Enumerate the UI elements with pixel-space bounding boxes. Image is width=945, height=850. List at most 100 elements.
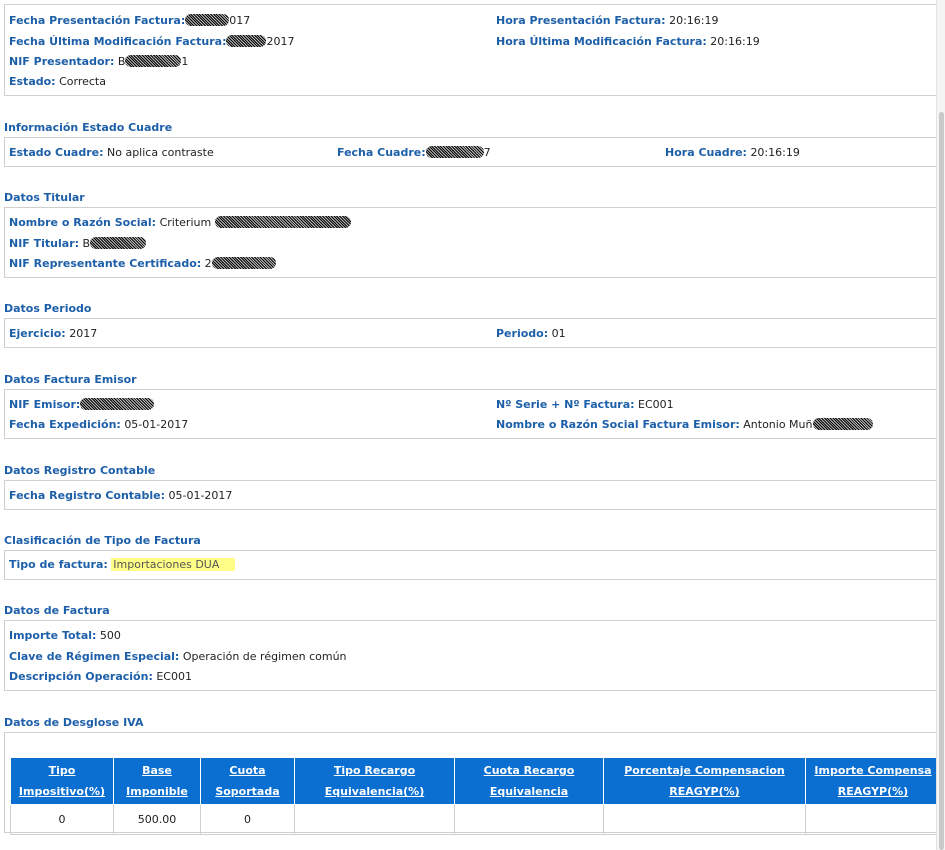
nombre-titular-label: Nombre o Razón Social: [9,216,157,229]
cuadre-panel: Estado Cuadre: No aplica contraste Fecha… [4,137,937,167]
header-line: Cuota Recargo [483,764,575,777]
importe-total-label: Importe Total: [9,629,97,642]
header-line: Tipo Recargo [333,764,416,777]
hora-modificacion-field: Hora Última Modificación Factura: 20:16:… [496,35,760,48]
fecha-modificacion-value: 2017 [266,35,295,48]
hora-presentacion-field: Hora Presentación Factura: 20:16:19 [496,14,718,27]
descripcion-operacion-field: Descripción Operación: EC001 [9,670,192,683]
estado-cuadre-field: Estado Cuadre: No aplica contraste [9,146,214,159]
header-line: Importe Compensa [814,764,932,777]
header-line: REAGYP(%) [837,785,909,798]
fecha-expedicion-field: Fecha Expedición: 05-01-2017 [9,418,188,431]
fecha-cuadre-label: Fecha Cuadre: [337,146,426,159]
nif-presentador-label: NIF Presentador: [9,55,115,68]
redaction [812,418,873,430]
desglose-title: Datos de Desglose IVA [4,716,144,729]
nombre-emisor-field: Nombre o Razón Social Factura Emisor: An… [496,418,873,431]
nif-presentador-suffix: 1 [181,55,189,68]
tipo-factura-value: Importaciones DUA [111,558,236,571]
table-cell: 500.00 [113,804,201,835]
table-cell [294,804,455,835]
periodo-value: 01 [551,327,566,340]
nombre-titular-value: Criterium [159,216,212,229]
serie-factura-field: Nº Serie + Nº Factura: EC001 [496,398,674,411]
nif-titular-label: NIF Titular: [9,237,80,250]
table-cell [805,804,941,835]
table-header-row: Tipo Impositivo(%) Base Imponible Cuota Sop… [10,757,941,805]
registro-title: Datos Registro Contable [4,464,156,477]
redaction [226,35,267,47]
periodo-panel: Ejercicio: 2017 Periodo: 01 [4,318,937,348]
estado-label: Estado: [9,75,56,88]
estado-field: Estado: Correcta [9,75,106,88]
table-cell: 0 [200,804,295,835]
ejercicio-label: Ejercicio: [9,327,66,340]
importe-total-field: Importe Total: 500 [9,629,121,642]
fecha-modificacion-field: Fecha Última Modificación Factura: 2017 [9,35,294,48]
fecha-cuadre-field: Fecha Cuadre: 7 [337,146,491,159]
nif-representante-field: NIF Representante Certificado: 2 [9,257,276,270]
desglose-iva-table: Tipo Impositivo(%) Base Imponible Cuota Sop… [10,757,941,835]
header-line: Equivalencia [489,785,569,798]
redaction [425,146,484,158]
scrollbar-thumb[interactable] [939,112,944,850]
descripcion-operacion-label: Descripción Operación: [9,670,153,683]
serie-factura-label: Nº Serie + Nº Factura: [496,398,635,411]
nif-emisor-field: NIF Emisor: [9,398,155,411]
importe-total-value: 500 [99,629,121,642]
titular-panel: Nombre o Razón Social: Criterium NIF Tit… [4,207,937,278]
nif-emisor-label: NIF Emisor: [9,398,81,411]
header-cuota-soportada[interactable]: Cuota Soportada [200,757,295,805]
nombre-emisor-value: Antonio Muñ [743,418,813,431]
header-importe-compensacion[interactable]: Importe Compensa REAGYP(%) [805,757,941,805]
scrollbar[interactable] [936,0,945,850]
periodo-title: Datos Periodo [4,302,92,315]
fecha-registro-label: Fecha Registro Contable: [9,489,165,502]
nif-presentador-field: NIF Presentador: B 1 [9,55,188,68]
periodo-label: Periodo: [496,327,549,340]
titular-title: Datos Titular [4,191,85,204]
clasificacion-title: Clasificación de Tipo de Factura [4,534,201,547]
header-tipo-impositivo[interactable]: Tipo Impositivo(%) [10,757,114,805]
table-cell: 0 [10,804,114,835]
nif-titular-value: B [82,237,91,250]
hora-cuadre-value: 20:16:19 [750,146,800,159]
fecha-presentacion-label: Fecha Presentación Factura: [9,14,186,27]
nif-representante-label: NIF Representante Certificado: [9,257,202,270]
header-base-imponible[interactable]: Base Imponible [113,757,201,805]
estado-value: Correcta [59,75,106,88]
nombre-emisor-label: Nombre o Razón Social Factura Emisor: [496,418,740,431]
nombre-titular-field: Nombre o Razón Social: Criterium [9,216,351,229]
ejercicio-value: 2017 [69,327,98,340]
fecha-expedicion-label: Fecha Expedición: [9,418,121,431]
header-line: REAGYP(%) [669,785,740,798]
ejercicio-field: Ejercicio: 2017 [9,327,97,340]
tipo-factura-label: Tipo de factura: [9,558,108,571]
nif-titular-field: NIF Titular: B [9,237,147,250]
hora-modificacion-value: 20:16:19 [710,35,760,48]
fecha-registro-value: 05-01-2017 [168,489,233,502]
estado-cuadre-value: No aplica contraste [107,146,214,159]
header-tipo-recargo[interactable]: Tipo Recargo Equivalencia(%) [294,757,455,805]
redaction [125,55,182,67]
periodo-field: Periodo: 01 [496,327,566,340]
fecha-presentacion-value: 017 [229,14,251,27]
header-line: Base [142,764,172,777]
header-line: Cuota [229,764,266,777]
hora-modificacion-label: Hora Última Modificación Factura: [496,35,707,48]
hora-presentacion-value: 20:16:19 [669,14,719,27]
serie-factura-value: EC001 [638,398,674,411]
cuadre-title: Información Estado Cuadre [4,121,173,134]
fecha-modificacion-label: Fecha Última Modificación Factura: [9,35,227,48]
hora-cuadre-field: Hora Cuadre: 20:16:19 [665,146,800,159]
table-cell [454,804,604,835]
factura-panel: Importe Total: 500 Clave de Régimen Espe… [4,620,937,691]
header-porcentaje-compensacion[interactable]: Porcentaje Compensacion REAGYP(%) [603,757,806,805]
redaction [185,14,230,26]
factura-title: Datos de Factura [4,604,110,617]
clave-regimen-label: Clave de Régimen Especial: [9,650,180,663]
fecha-registro-field: Fecha Registro Contable: 05-01-2017 [9,489,232,502]
hora-presentacion-label: Hora Presentación Factura: [496,14,666,27]
hora-cuadre-label: Hora Cuadre: [665,146,747,159]
header-cuota-recargo[interactable]: Cuota Recargo Equivalencia [454,757,604,805]
